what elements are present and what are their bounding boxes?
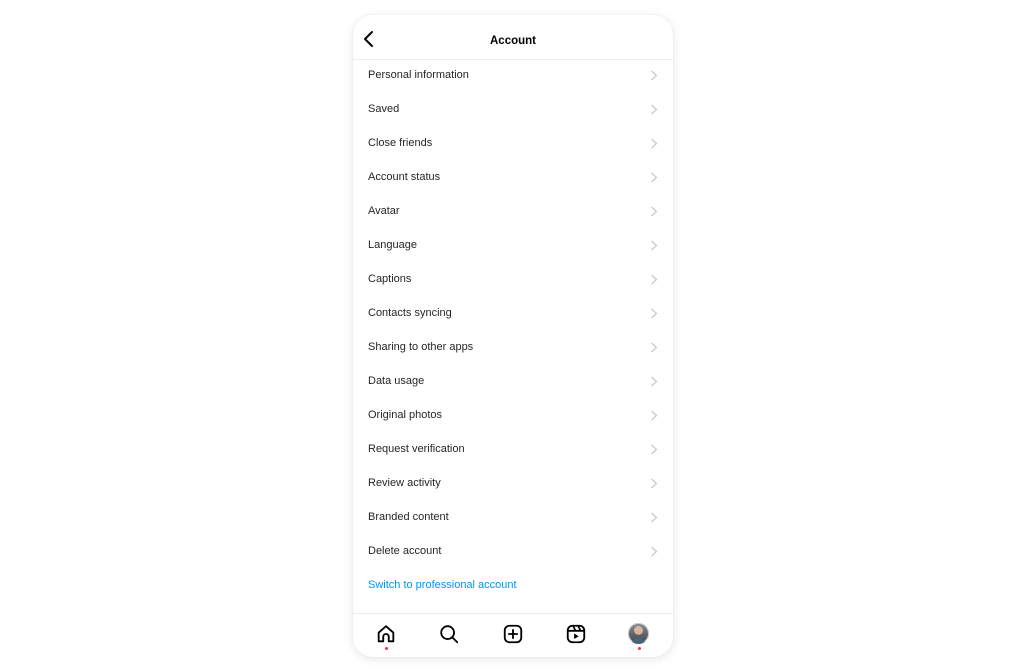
menu-item-review-activity[interactable]: Review activity bbox=[353, 466, 673, 500]
chevron-right-icon bbox=[651, 546, 658, 557]
menu-item-label: Language bbox=[368, 239, 417, 251]
chevron-right-icon bbox=[651, 444, 658, 455]
chevron-right-icon bbox=[651, 138, 658, 149]
menu-item-personal-information[interactable]: Personal information bbox=[353, 58, 673, 92]
chevron-right-icon bbox=[651, 308, 658, 319]
menu-item-label: Personal information bbox=[368, 69, 469, 81]
switch-to-professional-label: Switch to professional account bbox=[368, 579, 517, 591]
menu-item-contacts-syncing[interactable]: Contacts syncing bbox=[353, 296, 673, 330]
menu-item-language[interactable]: Language bbox=[353, 228, 673, 262]
nav-search[interactable] bbox=[438, 623, 460, 645]
notification-dot bbox=[637, 647, 641, 650]
chevron-right-icon bbox=[651, 342, 658, 353]
menu-item-label: Account status bbox=[368, 171, 441, 183]
bottom-nav bbox=[353, 613, 673, 657]
nav-home[interactable] bbox=[375, 623, 397, 650]
menu-item-label: Saved bbox=[368, 103, 400, 115]
menu-item-label: Close friends bbox=[368, 137, 433, 149]
profile-avatar bbox=[628, 623, 649, 644]
menu-item-label: Request verification bbox=[368, 443, 465, 455]
menu-item-branded-content[interactable]: Branded content bbox=[353, 500, 673, 534]
menu-item-label: Review activity bbox=[368, 477, 441, 489]
notification-dot bbox=[384, 647, 388, 650]
chevron-right-icon bbox=[651, 70, 658, 81]
menu-item-account-status[interactable]: Account status bbox=[353, 160, 673, 194]
nav-create[interactable] bbox=[502, 623, 524, 645]
nav-reels[interactable] bbox=[565, 623, 587, 645]
page-title: Account bbox=[490, 35, 536, 47]
chevron-right-icon bbox=[651, 478, 658, 489]
menu-item-data-usage[interactable]: Data usage bbox=[353, 364, 673, 398]
menu-item-saved[interactable]: Saved bbox=[353, 92, 673, 126]
home-icon bbox=[377, 625, 395, 643]
menu-item-label: Captions bbox=[368, 273, 412, 285]
chevron-right-icon bbox=[651, 206, 658, 217]
menu-item-close-friends[interactable]: Close friends bbox=[353, 126, 673, 160]
chevron-right-icon bbox=[651, 172, 658, 183]
chevron-right-icon bbox=[651, 240, 658, 251]
menu-item-label: Branded content bbox=[368, 511, 449, 523]
switch-to-professional-link[interactable]: Switch to professional account bbox=[353, 568, 673, 602]
phone-frame: Account Personal information Saved Close… bbox=[353, 15, 673, 657]
menu-item-label: Data usage bbox=[368, 375, 425, 387]
menu-item-avatar[interactable]: Avatar bbox=[353, 194, 673, 228]
chevron-right-icon bbox=[651, 410, 658, 421]
menu-item-label: Contacts syncing bbox=[368, 307, 452, 319]
nav-profile[interactable] bbox=[628, 623, 650, 650]
chevron-right-icon bbox=[651, 376, 658, 387]
menu-item-label: Delete account bbox=[368, 545, 442, 557]
reels-icon bbox=[566, 624, 586, 644]
plus-square-icon bbox=[503, 624, 523, 644]
menu-item-label: Sharing to other apps bbox=[368, 341, 474, 353]
menu-item-captions[interactable]: Captions bbox=[353, 262, 673, 296]
menu-item-request-verification[interactable]: Request verification bbox=[353, 432, 673, 466]
chevron-right-icon bbox=[651, 512, 658, 523]
chevron-right-icon bbox=[651, 104, 658, 115]
menu-item-label: Original photos bbox=[368, 409, 442, 421]
settings-list: Personal information Saved Close friends… bbox=[353, 58, 673, 602]
chevron-right-icon bbox=[651, 274, 658, 285]
menu-item-delete-account[interactable]: Delete account bbox=[353, 534, 673, 568]
menu-item-original-photos[interactable]: Original photos bbox=[353, 398, 673, 432]
menu-item-label: Avatar bbox=[368, 205, 400, 217]
search-icon bbox=[440, 625, 459, 644]
header: Account bbox=[353, 15, 673, 60]
menu-item-sharing-to-other-apps[interactable]: Sharing to other apps bbox=[353, 330, 673, 364]
